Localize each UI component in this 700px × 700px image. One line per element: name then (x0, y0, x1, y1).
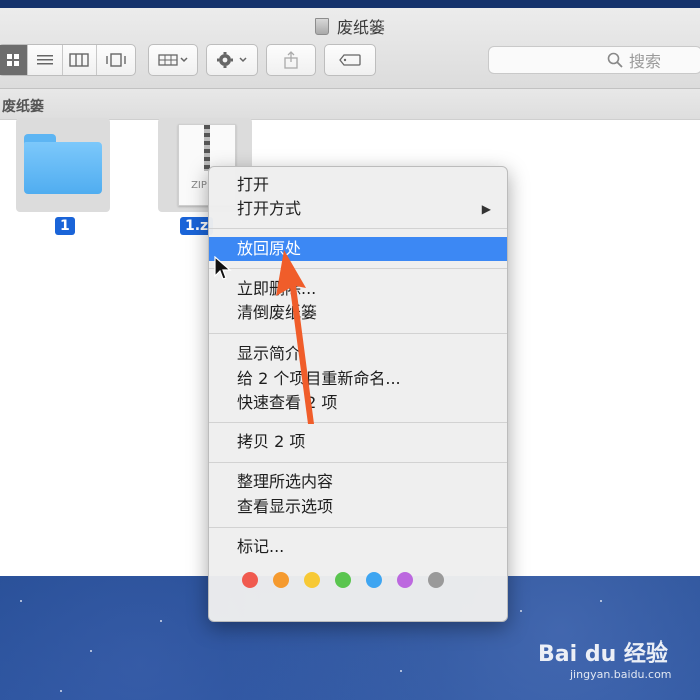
menu-separator (209, 462, 507, 463)
tag-color-red[interactable] (242, 572, 258, 588)
star (400, 670, 402, 672)
star (20, 600, 22, 602)
path-bar: 废纸篓 (0, 89, 700, 120)
cover-flow-icon[interactable] (97, 45, 135, 75)
icon-grid-icon[interactable] (0, 45, 28, 75)
search-field[interactable]: 搜索 (488, 46, 700, 74)
watermark-url: jingyan.baidu.com (570, 668, 672, 681)
menu-item-copy[interactable]: 拷贝 2 项 (209, 430, 507, 454)
tag-color-gray[interactable] (428, 572, 444, 588)
menu-item-put-back[interactable]: 放回原处 (209, 237, 507, 261)
list-icon[interactable] (28, 45, 63, 75)
menu-item-empty-trash[interactable]: 清倒废纸篓 (209, 301, 507, 325)
star (60, 690, 62, 692)
view-mode-segment (0, 44, 136, 76)
arrange-grid-icon (158, 54, 188, 66)
star (160, 620, 162, 622)
titlebar: 废纸篓 搜索 (0, 8, 700, 89)
menu-item-clean-up-selection[interactable]: 整理所选内容 (209, 470, 507, 494)
menu-item-quick-look[interactable]: 快速查看 2 项 (209, 391, 507, 415)
watermark-brand: Bai du 经验 (538, 642, 668, 667)
mouse-cursor-icon (214, 256, 232, 280)
tag-color-orange[interactable] (273, 572, 289, 588)
path-bar-label: 废纸篓 (2, 99, 44, 115)
gear-icon (217, 52, 247, 68)
search-icon (607, 52, 623, 68)
star (600, 600, 602, 602)
arrange-button[interactable] (148, 44, 198, 76)
menu-separator (209, 228, 507, 229)
menu-item-open[interactable]: 打开 (209, 173, 507, 197)
file-item-folder[interactable]: 1 (16, 118, 110, 248)
star (90, 650, 92, 652)
tag-button[interactable] (324, 44, 376, 76)
submenu-arrow-icon: ▶ (481, 202, 491, 216)
tag-color-blue[interactable] (366, 572, 382, 588)
share-icon (284, 51, 298, 69)
trash-icon (314, 18, 329, 35)
tag-color-green[interactable] (335, 572, 351, 588)
menu-item-tags[interactable]: 标记... (209, 535, 507, 559)
menu-item-rename-items[interactable]: 给 2 个项目重新命名... (209, 367, 507, 391)
menu-separator (209, 422, 507, 423)
tag-color-yellow[interactable] (304, 572, 320, 588)
menu-item-delete-immediately[interactable]: 立即删除... (209, 277, 507, 301)
context-menu: 打开 打开方式 ▶ 放回原处 立即删除... 清倒废纸篓 显示简介 给 2 个项目… (208, 166, 508, 622)
file-name-label: 1 (55, 217, 75, 235)
window-title-text: 废纸篓 (336, 18, 385, 37)
menu-separator (209, 333, 507, 334)
menu-item-get-info[interactable]: 显示简介 (209, 342, 507, 366)
action-button[interactable] (206, 44, 258, 76)
star (520, 610, 522, 612)
menu-separator (209, 268, 507, 269)
annotation-arrow-icon (276, 250, 314, 424)
share-button[interactable] (266, 44, 316, 76)
window-title: 废纸篓 (0, 14, 700, 38)
columns-icon[interactable] (63, 45, 98, 75)
folder-icon (24, 134, 102, 194)
menu-item-open-with[interactable]: 打开方式 ▶ (209, 197, 507, 221)
tag-color-purple[interactable] (397, 572, 413, 588)
menu-item-show-view-options[interactable]: 查看显示选项 (209, 495, 507, 519)
menu-separator (209, 527, 507, 528)
search-placeholder: 搜索 (629, 52, 662, 71)
tag-icon (339, 54, 361, 66)
